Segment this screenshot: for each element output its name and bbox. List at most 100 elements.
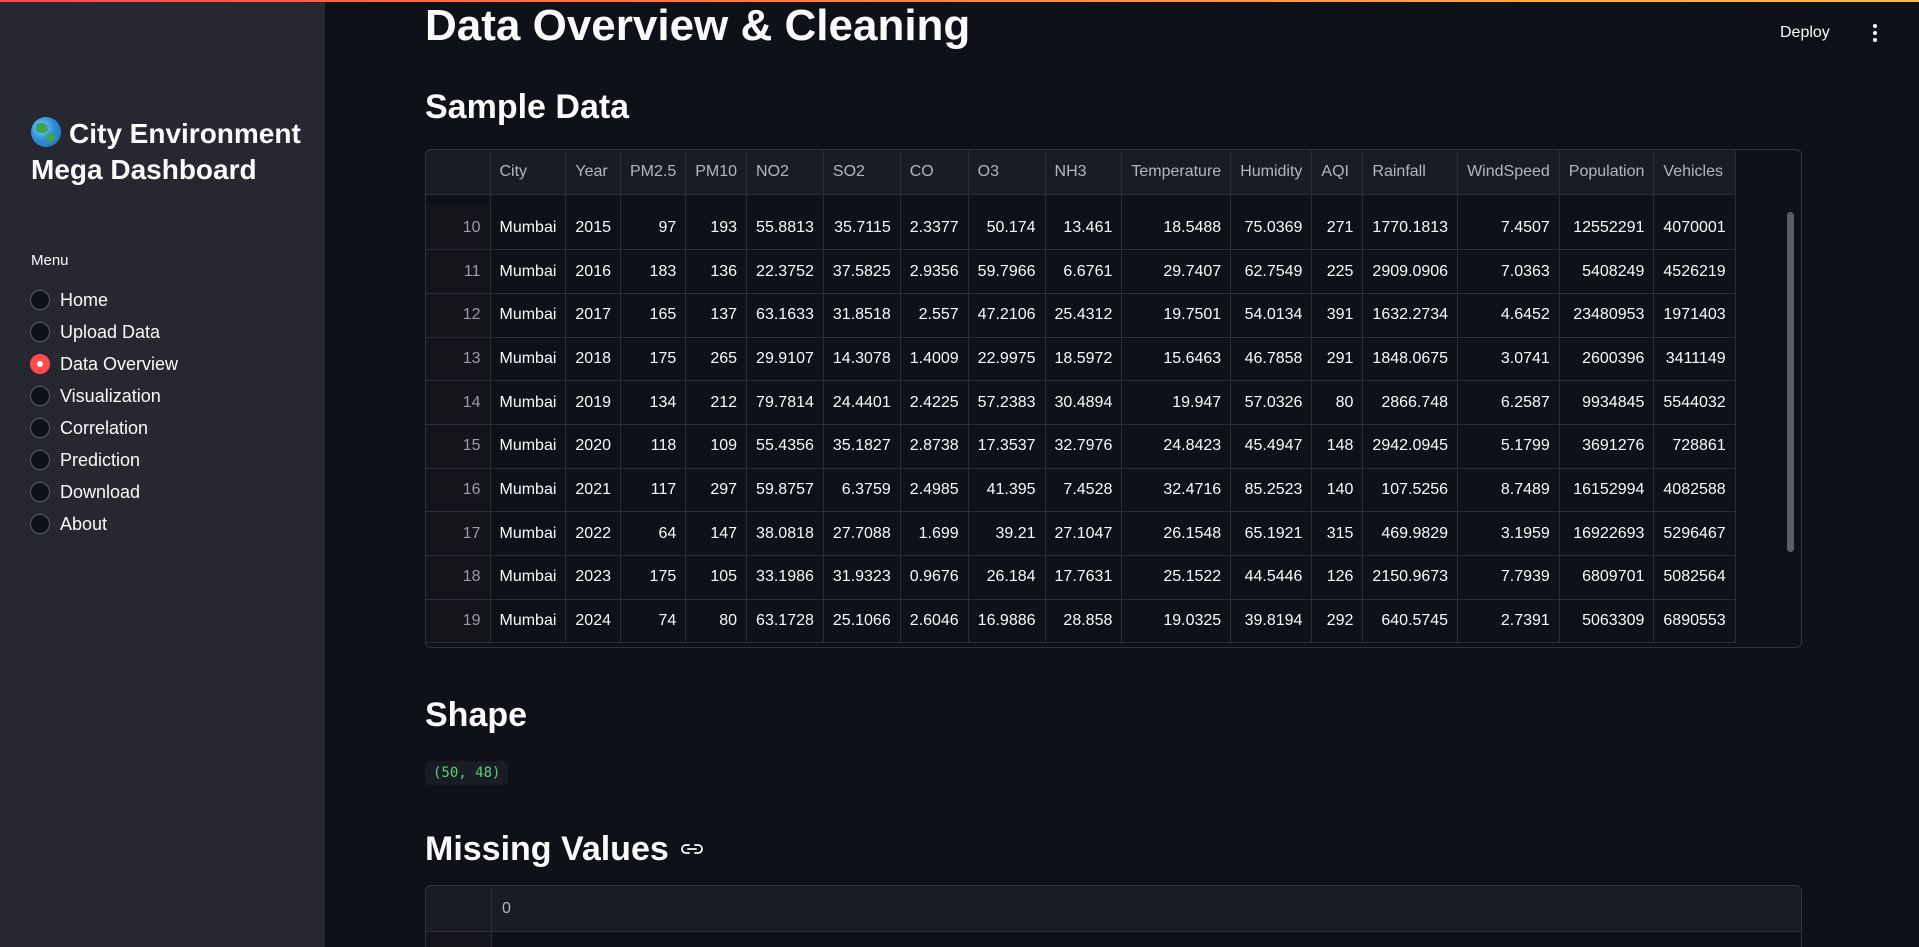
table-cell[interactable]: 33.1986 <box>746 555 824 600</box>
table-scrollbar[interactable] <box>1787 212 1794 552</box>
column-header[interactable]: Temperature <box>1121 150 1232 195</box>
table-cell[interactable]: 29.9107 <box>746 337 824 382</box>
table-cell[interactable]: 2023 <box>565 555 621 600</box>
table-cell[interactable]: 6.2587 <box>1457 380 1560 425</box>
row-index-cell[interactable]: 16 <box>426 468 491 513</box>
column-header[interactable]: Rainfall <box>1362 150 1459 195</box>
table-cell[interactable]: 47.2106 <box>968 293 1046 338</box>
table-cell[interactable]: 39.8194 <box>1230 599 1313 644</box>
table-row[interactable]: 12 Mumbai 2017 165 137 63.1633 31.8518 2.557 47.… <box>426 293 1736 338</box>
table-cell[interactable]: 41.395 <box>968 468 1046 513</box>
table-cell[interactable]: 46.7858 <box>1230 337 1313 382</box>
link-icon[interactable] <box>680 826 703 865</box>
row-index-cell[interactable]: 10 <box>426 206 491 251</box>
table-cell[interactable]: 31.8518 <box>823 293 901 338</box>
table-cell[interactable]: 728861 <box>1653 424 1736 469</box>
table-cell[interactable]: 5296467 <box>1653 511 1736 556</box>
table-cell[interactable]: 7.7939 <box>1457 555 1560 600</box>
radio-unchecked-icon[interactable] <box>30 514 50 534</box>
table-cell[interactable]: Mumbai <box>490 380 567 425</box>
table-cell[interactable]: 19.7501 <box>1121 293 1232 338</box>
table-cell[interactable]: 1632.2734 <box>1362 293 1459 338</box>
column-header[interactable]: PM2.5 <box>620 150 687 195</box>
table-cell[interactable]: 1770.1813 <box>1362 206 1459 251</box>
table-cell[interactable]: 640.5745 <box>1362 599 1459 644</box>
table-cell[interactable]: 315 <box>1311 511 1364 556</box>
table-cell[interactable]: 2600396 <box>1559 337 1655 382</box>
table-row[interactable]: 16 Mumbai 2021 117 297 59.8757 6.3759 2.4985 41.… <box>426 468 1736 513</box>
table-row[interactable]: 17 Mumbai 2022 64 147 38.0818 27.7088 1.699 39.2… <box>426 511 1736 556</box>
table-cell[interactable]: 109 <box>685 424 748 469</box>
table-cell[interactable]: 25.1522 <box>1121 555 1232 600</box>
table-cell[interactable]: 2.9356 <box>900 249 969 294</box>
table-cell[interactable]: Mumbai <box>490 337 567 382</box>
table-cell[interactable]: 2.4225 <box>900 380 969 425</box>
table-cell[interactable]: 2024 <box>565 599 621 644</box>
row-index-cell[interactable]: 12 <box>426 293 491 338</box>
table-cell[interactable]: 38.0818 <box>746 511 824 556</box>
table-cell[interactable]: 297 <box>685 468 748 513</box>
table-cell[interactable]: 25.1066 <box>823 599 901 644</box>
column-header[interactable]: NO2 <box>746 150 824 195</box>
table-cell[interactable]: 4082588 <box>1653 468 1736 513</box>
table-cell[interactable]: 2.7391 <box>1457 599 1560 644</box>
table-row[interactable]: 18 Mumbai 2023 175 105 33.1986 31.9323 0.9676 26… <box>426 555 1736 600</box>
table-cell[interactable]: 1.4009 <box>900 337 969 382</box>
table-cell[interactable]: 165 <box>620 293 687 338</box>
table-cell[interactable]: 64 <box>620 511 687 556</box>
table-cell[interactable]: 17.3537 <box>968 424 1046 469</box>
table-cell[interactable]: 5082564 <box>1653 555 1736 600</box>
table-cell[interactable]: Mumbai <box>490 599 567 644</box>
table-cell[interactable]: 30.4894 <box>1045 380 1123 425</box>
table-cell[interactable]: 63.1633 <box>746 293 824 338</box>
table-cell[interactable]: Mumbai <box>490 293 567 338</box>
table-row[interactable]: 14 Mumbai 2019 134 212 79.7814 24.4401 2.4225 57… <box>426 380 1736 425</box>
table-cell[interactable]: 27.7088 <box>823 511 901 556</box>
table-cell[interactable]: 2018 <box>565 337 621 382</box>
deploy-button[interactable]: Deploy <box>1780 24 1830 42</box>
table-cell[interactable]: 6.6761 <box>1045 249 1123 294</box>
table-cell[interactable]: 24.8423 <box>1121 424 1232 469</box>
column-header[interactable]: PM10 <box>685 150 748 195</box>
table-cell[interactable]: 2015 <box>565 206 621 251</box>
row-index-cell[interactable]: 15 <box>426 424 491 469</box>
table-cell[interactable]: 117 <box>620 468 687 513</box>
table-cell[interactable]: 2017 <box>565 293 621 338</box>
radio-checked-icon[interactable] <box>30 354 50 374</box>
nav-item-about[interactable]: About <box>30 508 178 540</box>
table-cell[interactable]: 31.9323 <box>823 555 901 600</box>
table-cell[interactable]: 65.1921 <box>1230 511 1313 556</box>
table-cell[interactable]: 2942.0945 <box>1362 424 1459 469</box>
table-cell[interactable]: 107.5256 <box>1362 468 1459 513</box>
table-cell[interactable]: 5408249 <box>1559 249 1655 294</box>
table-cell[interactable]: 5.1799 <box>1457 424 1560 469</box>
table-cell[interactable]: 137 <box>685 293 748 338</box>
table-cell[interactable]: Mumbai <box>490 468 567 513</box>
table-cell[interactable]: 4.6452 <box>1457 293 1560 338</box>
table-cell[interactable]: Mumbai <box>490 511 567 556</box>
main-menu-icon[interactable] <box>1868 24 1882 46</box>
table-cell[interactable]: 147 <box>685 511 748 556</box>
table-cell[interactable]: 62.7549 <box>1230 249 1313 294</box>
table-cell[interactable]: 35.1827 <box>823 424 901 469</box>
table-cell[interactable]: 2.4985 <box>900 468 969 513</box>
table-cell[interactable]: 193 <box>685 206 748 251</box>
row-index-cell[interactable]: 14 <box>426 380 491 425</box>
table-cell[interactable]: 28.858 <box>1045 599 1123 644</box>
nav-item-download[interactable]: Download <box>30 476 178 508</box>
table-cell[interactable]: 5063309 <box>1559 599 1655 644</box>
table-cell[interactable]: 271 <box>1311 206 1364 251</box>
radio-unchecked-icon[interactable] <box>30 418 50 438</box>
table-cell[interactable]: 8.7489 <box>1457 468 1560 513</box>
table-cell[interactable]: 50.174 <box>968 206 1046 251</box>
table-cell[interactable]: 23480953 <box>1559 293 1655 338</box>
table-cell[interactable]: 59.7966 <box>968 249 1046 294</box>
table-cell[interactable]: 2016 <box>565 249 621 294</box>
column-header[interactable]: AQI <box>1311 150 1364 195</box>
table-cell[interactable]: 26.184 <box>968 555 1046 600</box>
table-cell[interactable]: 126 <box>1311 555 1364 600</box>
table-cell[interactable]: 63.1728 <box>746 599 824 644</box>
table-cell[interactable]: 27.1047 <box>1045 511 1123 556</box>
table-cell[interactable]: 16.9886 <box>968 599 1046 644</box>
table-cell[interactable]: 25.4312 <box>1045 293 1123 338</box>
